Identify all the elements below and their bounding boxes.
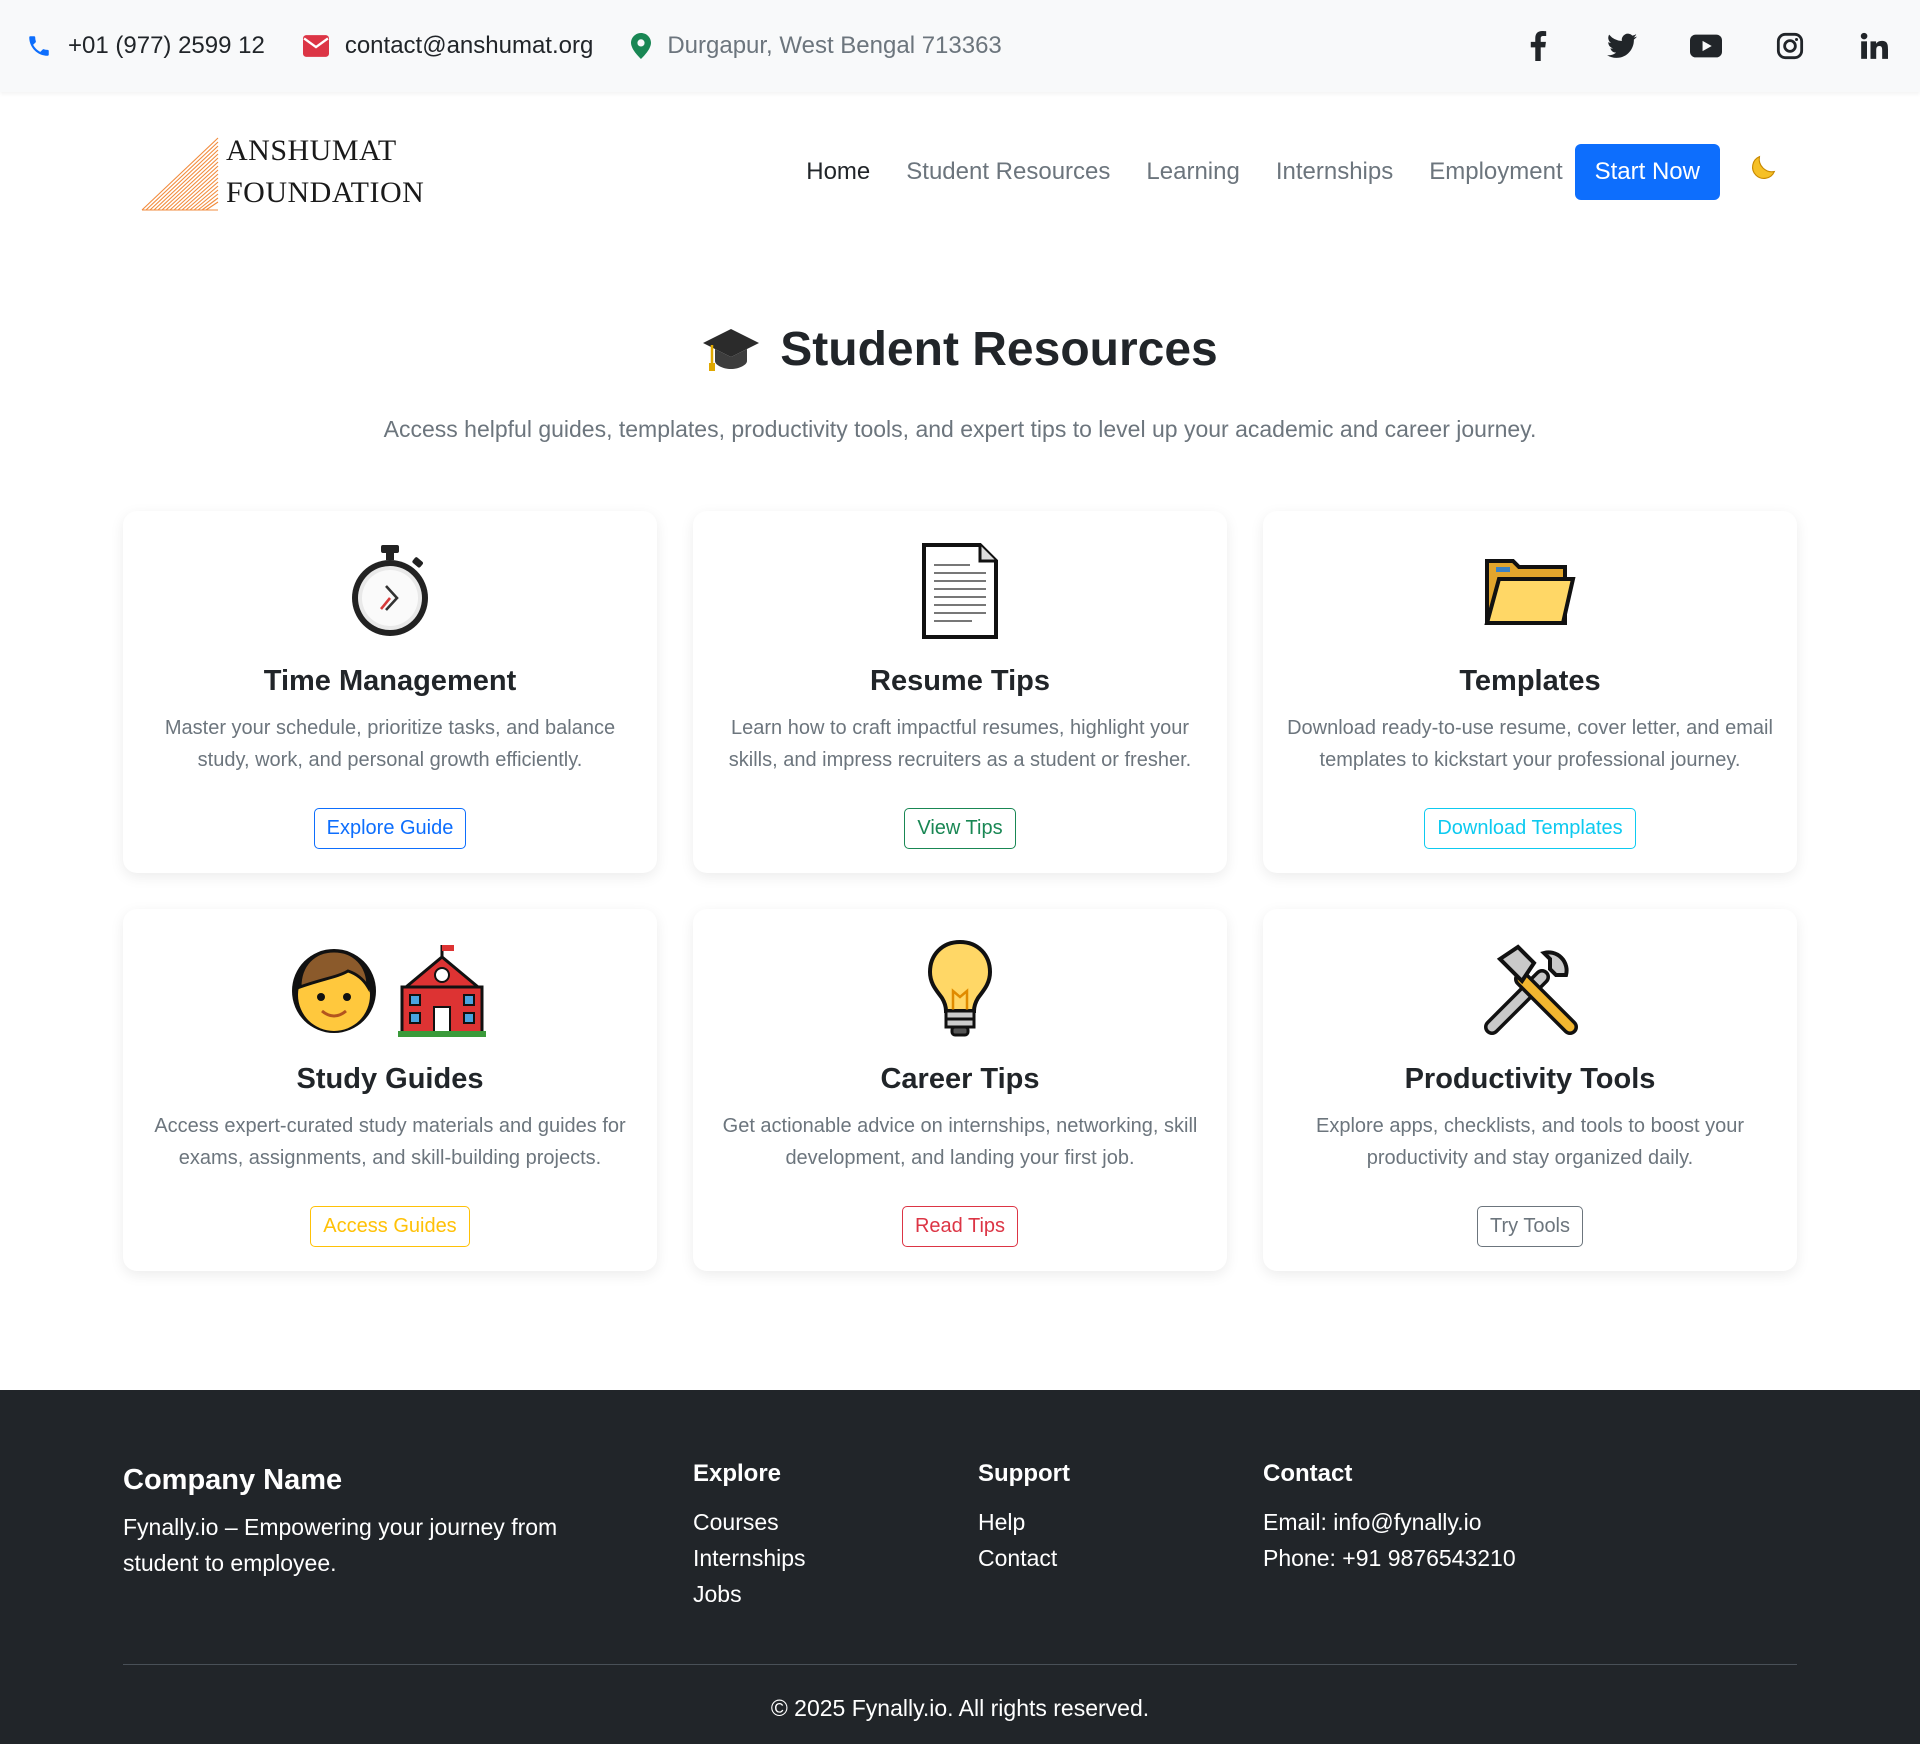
footer-heading: Support — [978, 1460, 1070, 1487]
brand-logo[interactable]: ANSHUMAT FOUNDATION — [140, 130, 424, 214]
card-title: Templates — [1459, 664, 1601, 697]
footer-divider — [123, 1664, 1797, 1665]
phone-text: +01 (977) 2599 12 — [68, 32, 265, 59]
card-study-guides: Study Guides Access expert-curated study… — [123, 908, 657, 1271]
card-time-management: Time Management Master your schedule, pr… — [123, 510, 657, 873]
logo-mark-icon — [141, 137, 219, 211]
contact-email[interactable]: contact@anshumat.org — [302, 32, 594, 60]
resources-grid: Time Management Master your schedule, pr… — [123, 510, 1797, 1271]
contact-phone[interactable]: +01 (977) 2599 12 — [26, 32, 265, 60]
download-templates-button[interactable]: Download Templates — [1424, 807, 1636, 849]
footer-contact: Contact Email: info@fynally.io Phone: +9… — [1263, 1460, 1548, 1612]
start-now-button[interactable]: Start Now — [1574, 144, 1720, 200]
document-icon — [717, 541, 1203, 641]
card-text: Get actionable advice on internships, ne… — [722, 1114, 1198, 1169]
linkedin-icon[interactable] — [1854, 26, 1894, 66]
nav-student-resources[interactable]: Student Resources — [906, 158, 1110, 186]
youtube-icon[interactable] — [1686, 26, 1726, 66]
footer-copyright: © 2025 Fynally.io. All rights reserved. — [770, 1695, 1150, 1721]
lightbulb-icon — [717, 939, 1203, 1039]
map-pin-icon — [631, 33, 652, 59]
footer-support: Support Help Contact — [978, 1460, 1263, 1612]
stopwatch-icon — [147, 541, 633, 641]
footer-link-jobs[interactable]: Jobs — [693, 1576, 978, 1612]
footer-about: Company Name Fynally.io – Empowering you… — [123, 1460, 693, 1612]
view-tips-button[interactable]: View Tips — [904, 807, 1016, 849]
card-career-tips: Career Tips Get actionable advice on int… — [693, 908, 1227, 1271]
moon-icon[interactable] — [1746, 151, 1780, 193]
page-title: Student Resources — [702, 322, 1218, 377]
footer-description: Fynally.io – Empowering your journey fro… — [123, 1514, 558, 1576]
nav-menu: Home Student Resources Learning Internsh… — [770, 144, 1780, 200]
card-templates: Templates Download ready-to-use resume, … — [1263, 510, 1797, 873]
nav-employment[interactable]: Employment — [1429, 158, 1562, 186]
footer-company-name: Company Name — [123, 1464, 343, 1496]
location-text: Durgapur, West Bengal 713363 — [667, 32, 1002, 59]
card-resume-tips: Resume Tips Learn how to craft impactful… — [693, 510, 1227, 873]
tools-icon — [1287, 939, 1773, 1039]
card-text: Learn how to craft impactful resumes, hi… — [728, 716, 1192, 771]
logo-line-2: FOUNDATION — [226, 176, 425, 209]
folder-icon — [1287, 541, 1773, 641]
access-guides-button[interactable]: Access Guides — [310, 1205, 470, 1247]
footer-heading: Contact — [1263, 1460, 1353, 1487]
card-title: Productivity Tools — [1404, 1062, 1656, 1095]
page-subtitle: Access helpful guides, templates, produc… — [383, 415, 1537, 442]
contact-location: Durgapur, West Bengal 713363 — [631, 32, 1002, 60]
footer-link-courses[interactable]: Courses — [693, 1504, 978, 1540]
card-title: Career Tips — [880, 1062, 1040, 1095]
explore-guide-button[interactable]: Explore Guide — [313, 807, 467, 849]
footer-link-internships[interactable]: Internships — [693, 1540, 978, 1576]
site-footer: Company Name Fynally.io – Empowering you… — [0, 1390, 1920, 1744]
nav-learning[interactable]: Learning — [1146, 158, 1239, 186]
social-links — [1474, 26, 1894, 66]
footer-heading: Explore — [693, 1460, 782, 1487]
footer-contact-phone: Phone: +91 9876543210 — [1263, 1545, 1516, 1571]
footer-link-help[interactable]: Help — [978, 1504, 1263, 1540]
card-text: Download ready-to-use resume, cover lett… — [1287, 716, 1773, 771]
card-text: Master your schedule, prioritize tasks, … — [164, 716, 616, 771]
main-navbar: ANSHUMAT FOUNDATION Home Student Resourc… — [0, 92, 1920, 252]
card-title: Time Management — [263, 664, 517, 697]
logo-text: ANSHUMAT FOUNDATION — [226, 130, 424, 214]
footer-contact-email: Email: info@fynally.io — [1263, 1509, 1482, 1535]
read-tips-button[interactable]: Read Tips — [901, 1205, 1019, 1247]
logo-line-1: ANSHUMAT — [226, 134, 397, 167]
hero-section: Student Resources Access helpful guides,… — [0, 322, 1920, 443]
card-text: Explore apps, checklists, and tools to b… — [1315, 1114, 1744, 1169]
twitter-icon[interactable] — [1602, 26, 1642, 66]
envelope-icon — [302, 35, 329, 57]
instagram-icon[interactable] — [1770, 26, 1810, 66]
footer-link-contact[interactable]: Contact — [978, 1540, 1263, 1576]
email-text: contact@anshumat.org — [344, 32, 594, 59]
nav-internships[interactable]: Internships — [1276, 158, 1393, 186]
phone-icon — [29, 36, 49, 56]
footer-columns: Company Name Fynally.io – Empowering you… — [123, 1390, 1797, 1612]
card-title: Study Guides — [296, 1062, 484, 1095]
card-text: Access expert-curated study materials an… — [154, 1114, 626, 1169]
top-bar: +01 (977) 2599 12 contact@anshumat.org D… — [0, 0, 1920, 92]
student-school-icon — [147, 939, 633, 1039]
try-tools-button[interactable]: Try Tools — [1476, 1205, 1584, 1247]
facebook-icon[interactable] — [1518, 26, 1558, 66]
footer-explore: Explore Courses Internships Jobs — [693, 1460, 978, 1612]
card-productivity-tools: Productivity Tools Explore apps, checkli… — [1263, 908, 1797, 1271]
nav-home[interactable]: Home — [806, 158, 870, 186]
page-title-text: Student Resources — [780, 323, 1218, 376]
card-title: Resume Tips — [870, 664, 1050, 697]
graduation-cap-icon — [702, 327, 760, 373]
